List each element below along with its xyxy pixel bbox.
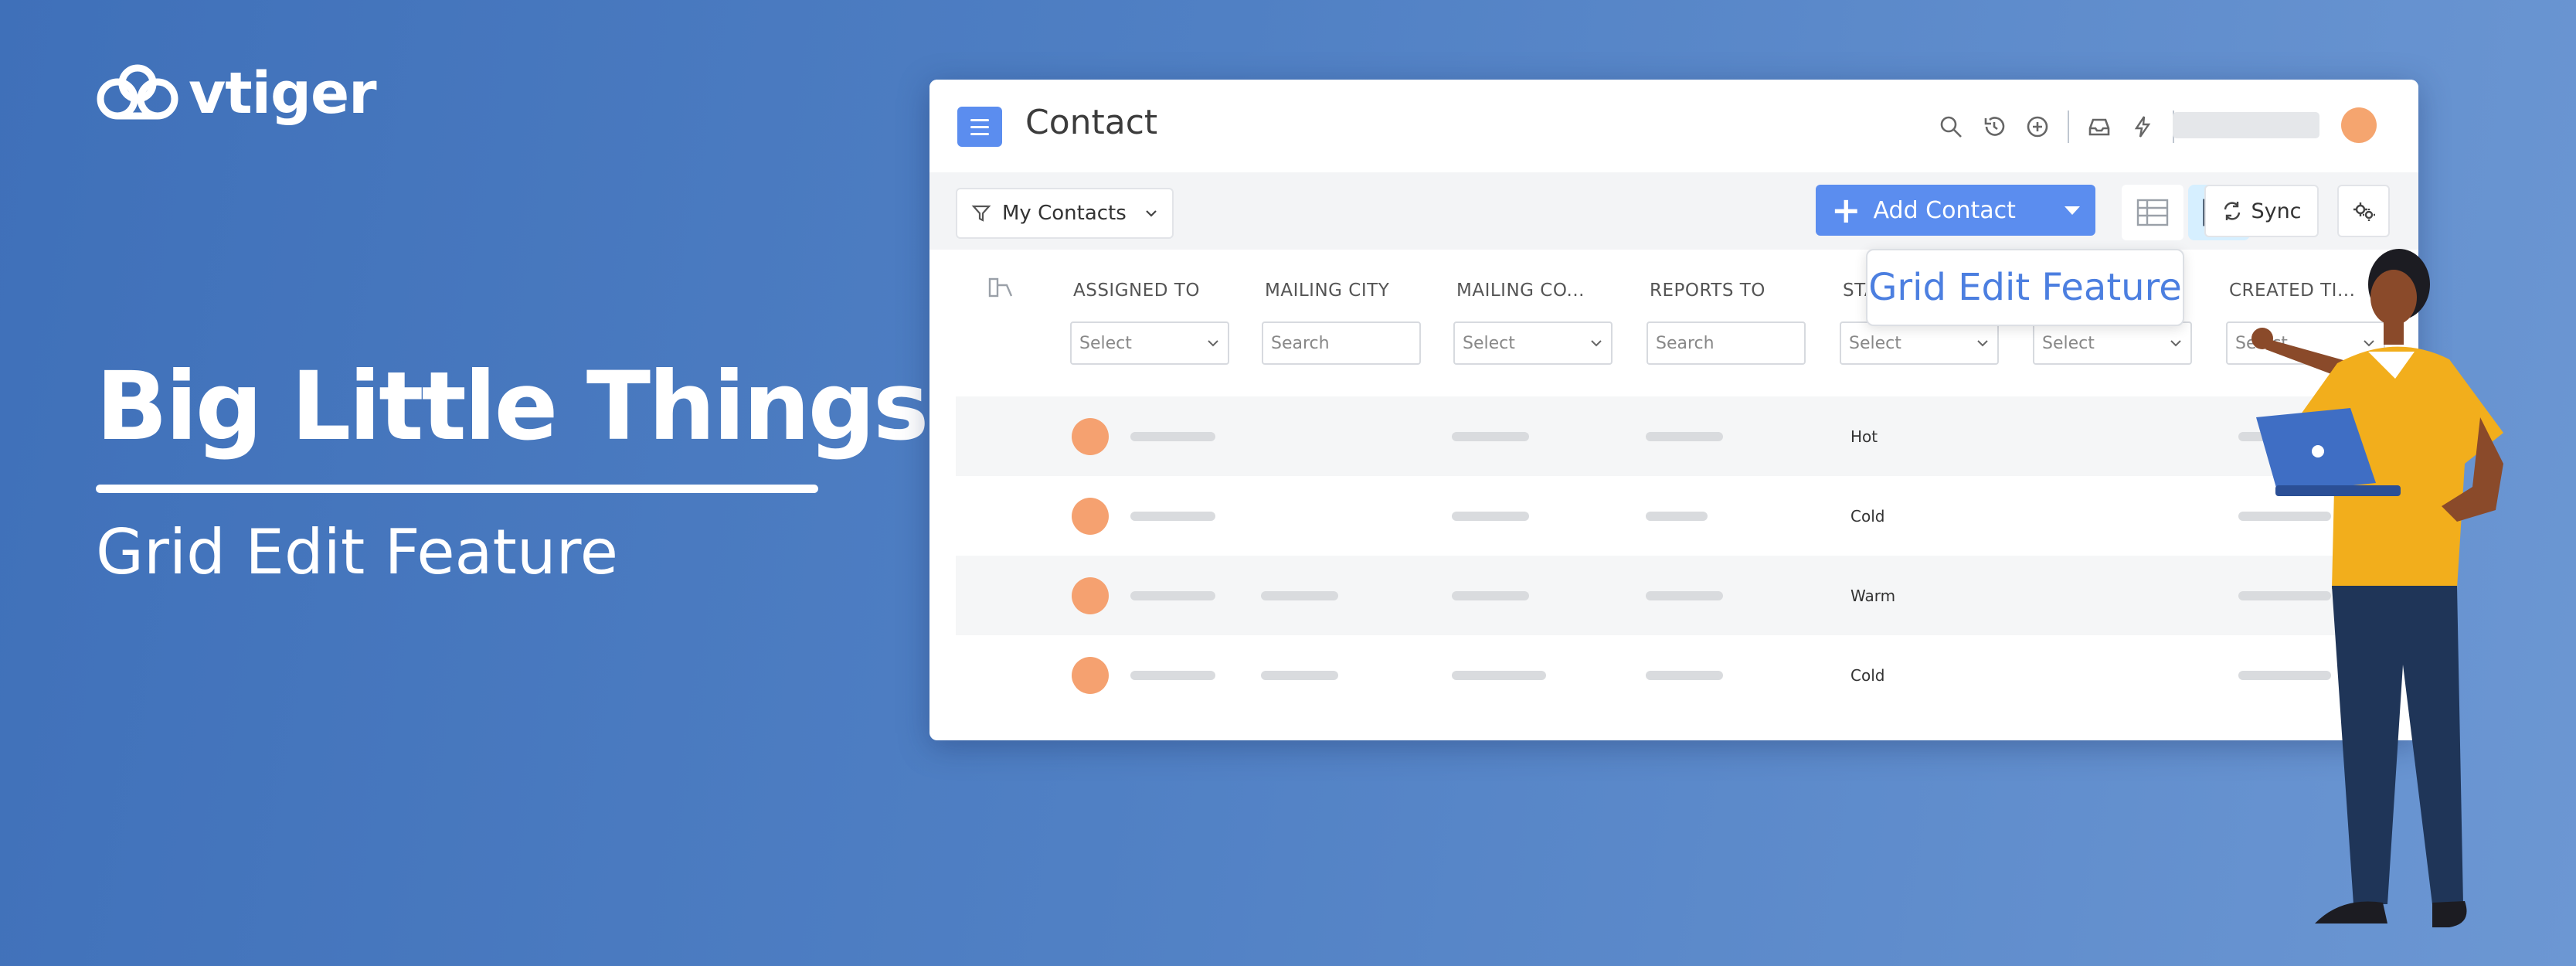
placeholder-text-bar xyxy=(1130,512,1215,521)
chevron-down-icon xyxy=(1146,210,1157,217)
global-search-placeholder[interactable] xyxy=(2173,112,2319,138)
column-pin-icon[interactable] xyxy=(987,274,1016,304)
hero-divider xyxy=(96,485,818,493)
placeholder-text-bar xyxy=(1452,671,1546,680)
row-avatar[interactable] xyxy=(1072,657,1109,694)
vtiger-logo: vtiger xyxy=(94,60,377,127)
hero-headline: Big Little Things xyxy=(96,352,929,461)
column-header[interactable]: ASSIGNED TO xyxy=(1073,281,1200,301)
gear-icon xyxy=(2353,202,2375,221)
header-icon-group xyxy=(1938,111,2174,143)
column-header[interactable]: MAILING CITY xyxy=(1265,281,1389,301)
filter-placeholder: Select xyxy=(1849,333,1901,353)
page-title: Contact xyxy=(1025,103,1158,142)
row-avatar[interactable] xyxy=(1072,418,1109,455)
chevron-down-icon xyxy=(1208,340,1218,347)
placeholder-text-bar xyxy=(1646,671,1723,680)
row-avatar[interactable] xyxy=(1072,577,1109,614)
sync-icon xyxy=(2224,202,2241,220)
placeholder-text-bar xyxy=(1646,432,1723,441)
chevron-down-icon xyxy=(1591,340,1602,347)
placeholder-text-bar xyxy=(1130,671,1215,680)
column-header[interactable]: MAILING CO... xyxy=(1456,281,1585,301)
placeholder-text-bar xyxy=(1452,512,1529,521)
placeholder-text-bar xyxy=(1130,591,1215,600)
placeholder-text-bar xyxy=(1452,432,1529,441)
column-filter-select[interactable]: Select xyxy=(1070,321,1229,365)
filter-label: My Contacts xyxy=(1002,202,1127,225)
chevron-down-icon xyxy=(1977,340,1988,347)
filter-placeholder: Select xyxy=(1079,333,1132,353)
sync-button[interactable]: Sync xyxy=(2204,185,2319,237)
status-cell[interactable]: Cold xyxy=(1850,507,1884,526)
add-contact-label: Add Contact xyxy=(1873,196,2016,224)
row-avatar[interactable] xyxy=(1072,498,1109,535)
brand-name: vtiger xyxy=(189,60,377,127)
column-filter-search[interactable]: Search xyxy=(1647,321,1806,365)
status-cell[interactable]: Warm xyxy=(1850,587,1895,605)
placeholder-text-bar xyxy=(1130,432,1215,441)
history-icon[interactable] xyxy=(1981,114,2007,140)
caret-down-icon[interactable] xyxy=(2065,206,2080,215)
filter-placeholder: Search xyxy=(1271,333,1330,353)
filter-icon xyxy=(971,205,991,222)
header-divider xyxy=(2068,111,2069,143)
list-view-icon xyxy=(2136,199,2169,226)
column-filter-select[interactable]: Select xyxy=(1453,321,1613,365)
placeholder-text-bar xyxy=(1261,671,1338,680)
column-filter-search[interactable]: Search xyxy=(1262,321,1421,365)
filter-placeholder: Select xyxy=(1463,333,1515,353)
add-contact-button[interactable]: + Add Contact xyxy=(1816,185,2095,236)
status-cell[interactable]: Cold xyxy=(1850,666,1884,685)
list-settings-button[interactable] xyxy=(2337,185,2390,237)
inbox-icon[interactable] xyxy=(2086,114,2112,140)
column-filter-select[interactable]: Select xyxy=(1840,321,1999,365)
filter-dropdown[interactable]: My Contacts xyxy=(956,188,1174,239)
sync-label: Sync xyxy=(2251,199,2302,223)
status-cell[interactable]: Hot xyxy=(1850,427,1878,446)
person-with-laptop-illustration xyxy=(2251,249,2503,927)
hamburger-menu-button[interactable] xyxy=(957,107,1002,147)
placeholder-text-bar xyxy=(1261,591,1338,600)
placeholder-text-bar xyxy=(1452,591,1529,600)
placeholder-text-bar xyxy=(1646,591,1723,600)
column-header[interactable]: REPORTS TO xyxy=(1650,281,1765,301)
lightning-icon[interactable] xyxy=(2129,114,2156,140)
placeholder-text-bar xyxy=(1646,512,1708,521)
add-circle-icon[interactable] xyxy=(2024,114,2051,140)
app-header: Contact xyxy=(929,80,2418,172)
user-avatar[interactable] xyxy=(2341,107,2377,143)
filter-placeholder: Select xyxy=(2042,333,2095,353)
cloud-logo-icon xyxy=(97,64,178,120)
filter-placeholder: Search xyxy=(1656,333,1715,353)
hero-subline: Grid Edit Feature xyxy=(96,516,618,588)
search-icon[interactable] xyxy=(1938,114,1964,140)
plus-icon: + xyxy=(1831,189,1861,231)
